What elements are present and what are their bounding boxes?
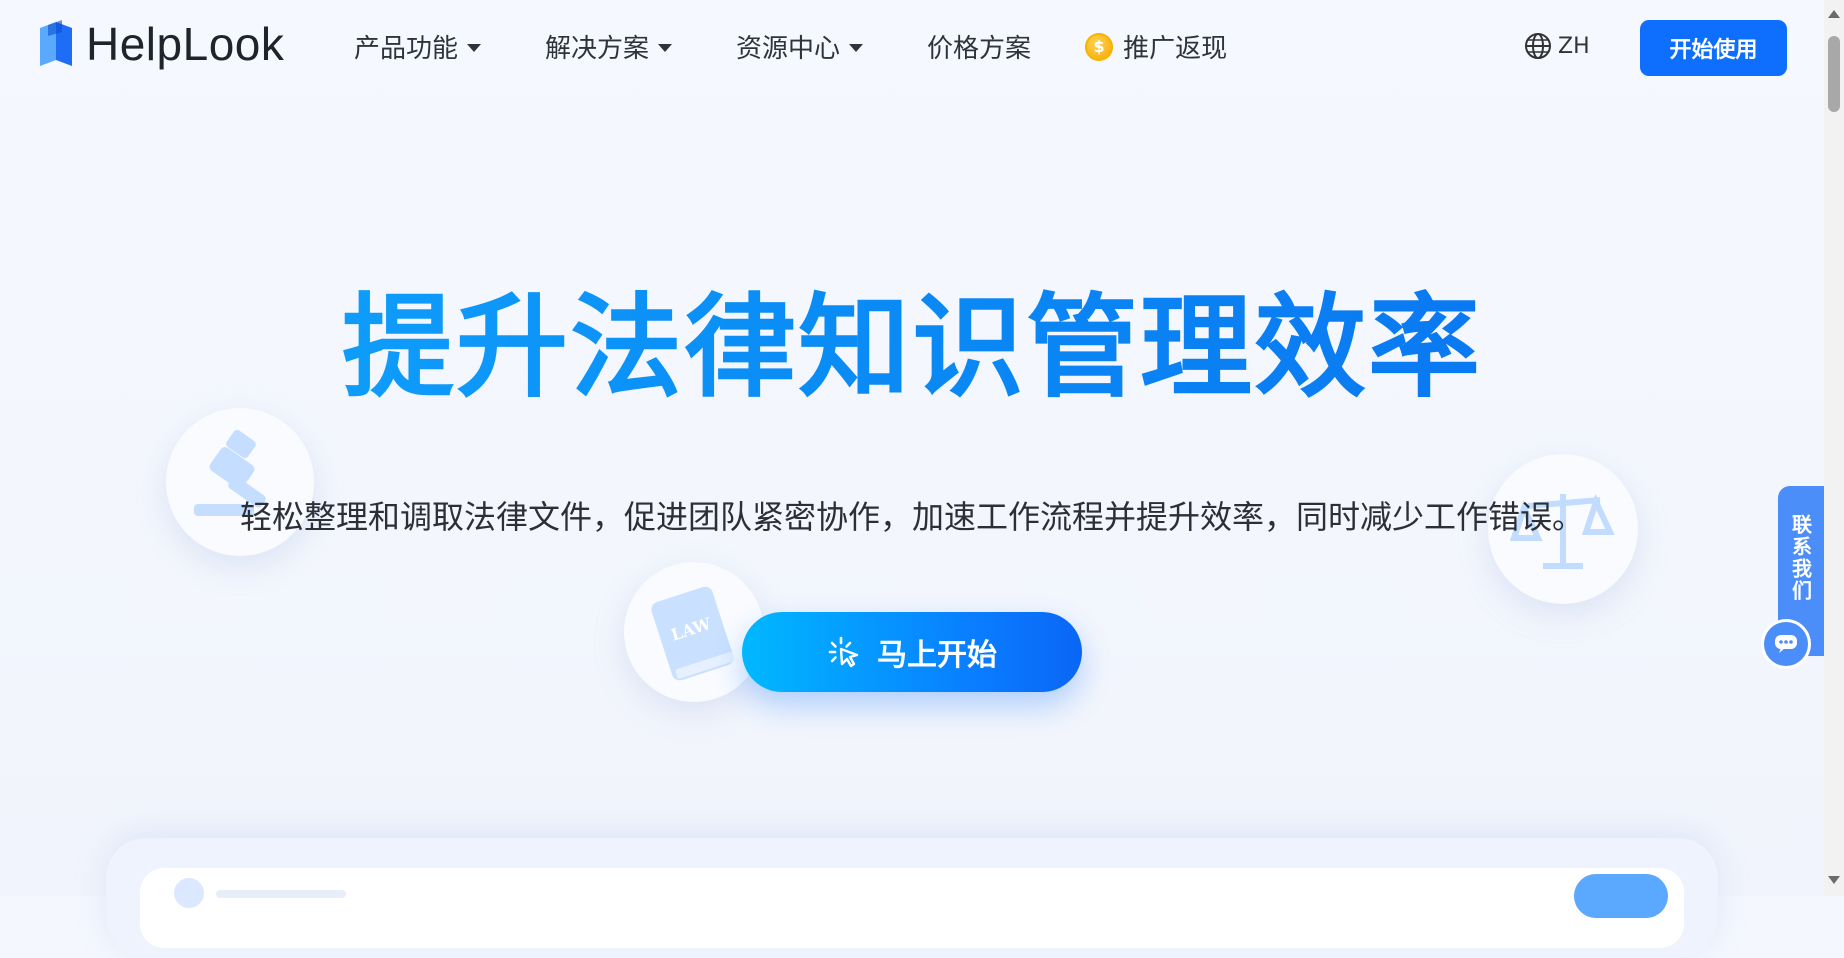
preview-button <box>1574 874 1668 918</box>
menu-item-label: 推广返现 <box>1123 34 1228 64</box>
menu-item-pricing[interactable]: 价格方案 <box>927 28 1031 65</box>
get-started-label: 马上开始 <box>877 639 997 672</box>
menu-item-label: 资源中心 <box>736 34 841 64</box>
menu-item-solutions[interactable]: 解决方案 <box>545 28 673 65</box>
preview-placeholder-line <box>216 890 346 898</box>
product-preview-panel <box>106 838 1718 958</box>
logo-text: HelpLook <box>86 18 285 70</box>
main-menu: 产品功能 解决方案 资源中心 价格方案 $ 推广返现 <box>354 28 1291 65</box>
logo-icon <box>36 18 76 70</box>
page: HelpLook 产品功能 解决方案 资源中心 价格方案 $ 推广返现 ZH 开… <box>0 0 1824 958</box>
product-preview-window <box>140 868 1684 948</box>
hero-subtitle: 轻松整理和调取法律文件，促进团队紧密协作，加速工作流程并提升效率，同时减少工作错… <box>239 498 1584 536</box>
law-book-icon: LAW <box>651 586 735 681</box>
vertical-scrollbar[interactable] <box>1824 0 1844 896</box>
hero-title: 提升法律知识管理效率 <box>0 278 1824 418</box>
helplook-logo[interactable]: HelpLook <box>36 16 284 72</box>
scrollbar-thumb[interactable] <box>1828 36 1840 112</box>
caret-down-icon <box>467 44 482 52</box>
menu-item-referral[interactable]: $ 推广返现 <box>1085 28 1227 65</box>
scroll-up-arrow-icon[interactable] <box>1828 10 1840 18</box>
scroll-down-arrow-icon[interactable] <box>1828 876 1840 884</box>
caret-down-icon <box>658 44 673 52</box>
caret-down-icon <box>849 44 864 52</box>
language-label: ZH <box>1558 33 1590 59</box>
law-book-bubble: LAW <box>624 562 764 702</box>
preview-avatar <box>174 878 204 908</box>
coin-icon: $ <box>1085 32 1114 61</box>
globe-icon <box>1525 33 1551 59</box>
chat-bubble-icon <box>1775 635 1797 653</box>
get-started-button[interactable]: 马上开始 <box>742 612 1082 692</box>
menu-item-label: 价格方案 <box>927 34 1032 64</box>
start-using-button[interactable]: 开始使用 <box>1640 20 1787 76</box>
top-navbar: HelpLook 产品功能 解决方案 资源中心 价格方案 $ 推广返现 ZH 开… <box>0 0 1824 98</box>
menu-item-resources[interactable]: 资源中心 <box>736 28 864 65</box>
menu-item-label: 产品功能 <box>354 34 459 64</box>
language-switcher[interactable]: ZH <box>1524 32 1590 60</box>
menu-item-product-features[interactable]: 产品功能 <box>354 28 482 65</box>
menu-item-label: 解决方案 <box>545 34 650 64</box>
click-cursor-icon <box>828 636 859 668</box>
chat-button[interactable] <box>1764 622 1808 666</box>
